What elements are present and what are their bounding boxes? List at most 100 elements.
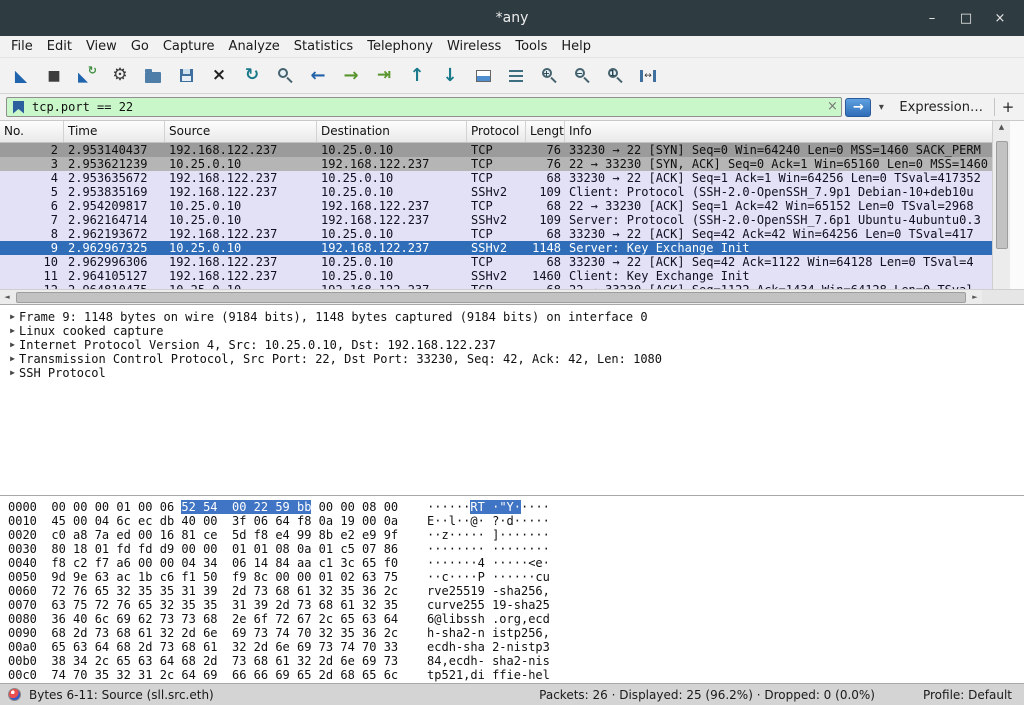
add-filter-button[interactable]: + (998, 98, 1018, 116)
menu-tools[interactable]: Tools (508, 36, 554, 57)
menu-file[interactable]: File (4, 36, 40, 57)
menu-telephony[interactable]: Telephony (360, 36, 440, 57)
restart-capture-button[interactable]: ◣↻ (74, 62, 100, 90)
hex-row-0050[interactable]: 0050 9d 9e 63 ac 1b c6 f1 50 f9 8c 00 00… (0, 570, 1024, 584)
expander-icon[interactable]: ▶ (6, 338, 19, 352)
hex-row-0030[interactable]: 0030 80 18 01 fd fd d9 00 00 01 01 08 0a… (0, 542, 1024, 556)
hex-bytes: f8 c2 f7 a6 00 00 04 34 06 14 84 aa c1 3… (51, 556, 398, 570)
expander-icon[interactable]: ▶ (6, 310, 19, 324)
start-capture-button[interactable]: ◣ (8, 62, 34, 90)
packet-row-2[interactable]: 22.953140437192.168.122.23710.25.0.10TCP… (0, 143, 1024, 157)
scroll-left-icon[interactable]: ◄ (0, 293, 14, 301)
scroll-up-icon[interactable]: ▲ (999, 121, 1004, 133)
reload-icon: ↻ (245, 67, 259, 84)
go-forward-button[interactable]: → (338, 62, 364, 90)
hex-row-0070[interactable]: 0070 63 75 72 76 65 32 35 35 31 39 2d 73… (0, 598, 1024, 612)
packet-info: Server: Key Exchange Init (565, 241, 1024, 255)
horizontal-scroll-thumb[interactable] (16, 292, 966, 303)
detail-row-1[interactable]: ▶Linux cooked capture (0, 324, 1024, 338)
display-filter-input[interactable] (32, 98, 823, 116)
menu-go[interactable]: Go (124, 36, 156, 57)
zoom-out-button[interactable]: − (569, 62, 595, 90)
scroll-right-icon[interactable]: ► (968, 293, 982, 301)
detail-row-4[interactable]: ▶SSH Protocol (0, 366, 1024, 380)
packet-list-vertical-scrollbar[interactable]: ▲ (992, 121, 1010, 289)
detail-row-3[interactable]: ▶Transmission Control Protocol, Src Port… (0, 352, 1024, 366)
column-header-destination[interactable]: Destination (317, 121, 467, 142)
hex-row-0000[interactable]: 0000 00 00 00 01 00 06 52 54 00 22 59 bb… (0, 500, 1024, 514)
menu-view[interactable]: View (79, 36, 124, 57)
menu-help[interactable]: Help (554, 36, 598, 57)
packet-row-5[interactable]: 52.953835169192.168.122.23710.25.0.10SSH… (0, 185, 1024, 199)
packet-length: 76 (526, 157, 565, 171)
expander-icon[interactable]: ▶ (6, 324, 19, 338)
close-capture-button[interactable]: × (206, 62, 232, 90)
column-header-info[interactable]: Info (565, 121, 1024, 142)
packet-row-4[interactable]: 42.953635672192.168.122.23710.25.0.10TCP… (0, 171, 1024, 185)
go-first-button[interactable]: ↑ (404, 62, 430, 90)
vertical-scroll-thumb[interactable] (996, 141, 1008, 249)
hex-row-00b0[interactable]: 00b0 38 34 2c 65 63 64 68 2d 73 68 61 32… (0, 654, 1024, 668)
auto-scroll-button[interactable] (503, 62, 529, 90)
menu-wireless[interactable]: Wireless (440, 36, 508, 57)
hex-row-0090[interactable]: 0090 68 2d 73 68 61 32 2d 6e 69 73 74 70… (0, 626, 1024, 640)
column-header-no[interactable]: No. (0, 121, 64, 142)
minimize-button[interactable]: – (922, 11, 942, 26)
column-header-source[interactable]: Source (165, 121, 317, 142)
menu-bar: FileEditViewGoCaptureAnalyzeStatisticsTe… (0, 36, 1024, 57)
capture-options-button[interactable]: ⚙ (107, 62, 133, 90)
column-header-length[interactable]: Length (526, 121, 565, 142)
packet-row-6[interactable]: 62.95420981710.25.0.10192.168.122.237TCP… (0, 199, 1024, 213)
maximize-button[interactable]: □ (956, 11, 976, 26)
packet-row-11[interactable]: 112.964105127192.168.122.23710.25.0.10SS… (0, 269, 1024, 283)
hex-row-0080[interactable]: 0080 36 40 6c 69 62 73 73 68 2e 6f 72 67… (0, 612, 1024, 626)
packet-row-9[interactable]: 92.96296732510.25.0.10192.168.122.237SSH… (0, 241, 1024, 255)
expander-icon[interactable]: ▶ (6, 352, 19, 366)
hex-row-00a0[interactable]: 00a0 65 63 64 68 2d 73 68 61 32 2d 6e 69… (0, 640, 1024, 654)
menu-statistics[interactable]: Statistics (287, 36, 360, 57)
packet-time: 2.954209817 (64, 199, 165, 213)
detail-row-0[interactable]: ▶Frame 9: 1148 bytes on wire (9184 bits)… (0, 310, 1024, 324)
zoom-in-icon: + (541, 67, 558, 84)
hex-row-0010[interactable]: 0010 45 00 04 6c ec db 40 00 3f 06 64 f8… (0, 514, 1024, 528)
display-filter-field[interactable]: × (6, 97, 842, 117)
go-back-button[interactable]: ← (305, 62, 331, 90)
detail-row-2[interactable]: ▶Internet Protocol Version 4, Src: 10.25… (0, 338, 1024, 352)
go-last-button[interactable]: ↓ (437, 62, 463, 90)
find-packet-button[interactable] (272, 62, 298, 90)
bookmark-icon[interactable] (13, 101, 24, 114)
save-capture-button[interactable] (173, 62, 199, 90)
resize-columns-button[interactable]: ↔ (635, 62, 661, 90)
packet-row-3[interactable]: 32.95362123910.25.0.10192.168.122.237TCP… (0, 157, 1024, 171)
packet-row-10[interactable]: 102.962996306192.168.122.23710.25.0.10TC… (0, 255, 1024, 269)
expert-info-icon[interactable] (8, 688, 21, 701)
column-header-time[interactable]: Time (64, 121, 165, 142)
apply-filter-button[interactable]: → (845, 98, 871, 117)
filter-dropdown-chevron-icon[interactable]: ▾ (874, 98, 888, 117)
menu-analyze[interactable]: Analyze (222, 36, 287, 57)
packet-list-horizontal-scrollbar[interactable]: ◄ ► (0, 289, 982, 304)
menu-edit[interactable]: Edit (40, 36, 79, 57)
close-button[interactable]: × (990, 11, 1010, 26)
colorize-button[interactable] (470, 62, 496, 90)
packet-destination: 192.168.122.237 (317, 157, 467, 171)
packet-row-7[interactable]: 72.96216471410.25.0.10192.168.122.237SSH… (0, 213, 1024, 227)
hex-row-0040[interactable]: 0040 f8 c2 f7 a6 00 00 04 34 06 14 84 aa… (0, 556, 1024, 570)
hex-row-00c0[interactable]: 00c0 74 70 35 32 31 2c 64 69 66 66 69 65… (0, 668, 1024, 682)
go-to-packet-button[interactable]: ⇥ (371, 62, 397, 90)
zoom-original-button[interactable]: 1 (602, 62, 628, 90)
menu-capture[interactable]: Capture (156, 36, 222, 57)
status-profile[interactable]: Profile: Default (923, 688, 1012, 702)
clear-filter-icon[interactable]: × (823, 98, 841, 116)
expander-icon[interactable]: ▶ (6, 366, 19, 380)
hex-row-0060[interactable]: 0060 72 76 65 32 35 35 31 39 2d 73 68 61… (0, 584, 1024, 598)
zoom-in-button[interactable]: + (536, 62, 562, 90)
reload-button[interactable]: ↻ (239, 62, 265, 90)
expression-button[interactable]: Expression… (891, 100, 991, 115)
packet-row-8[interactable]: 82.962193672192.168.122.23710.25.0.10TCP… (0, 227, 1024, 241)
stop-capture-button[interactable]: ■ (41, 62, 67, 90)
packet-source: 192.168.122.237 (165, 143, 317, 157)
open-capture-button[interactable] (140, 62, 166, 90)
column-header-protocol[interactable]: Protocol (467, 121, 526, 142)
hex-row-0020[interactable]: 0020 c0 a8 7a ed 00 16 81 ce 5d f8 e4 99… (0, 528, 1024, 542)
